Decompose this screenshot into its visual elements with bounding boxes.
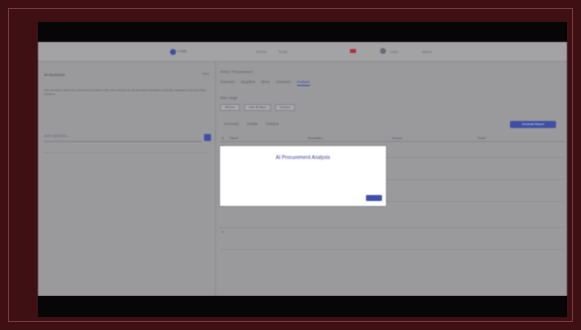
hide-panel-link[interactable]: Hide: [202, 72, 209, 76]
column-header[interactable]: Amount: [392, 134, 478, 141]
row-amount: [392, 158, 478, 179]
row-description: [308, 228, 392, 249]
row-amount: [392, 180, 478, 201]
nav-link-home[interactable]: Home: [256, 49, 267, 54]
user-avatar-icon[interactable]: [380, 48, 386, 54]
filter-chip-all[interactable]: All time: [220, 104, 240, 111]
subtab-summary[interactable]: Summary: [224, 122, 239, 126]
subtab-details[interactable]: Details: [247, 122, 258, 126]
generate-report-button[interactable]: Generate Report: [510, 121, 556, 128]
app-logo-text[interactable]: Logo: [178, 48, 187, 53]
row-amount: [392, 202, 478, 227]
table-header: # Name Description Amount Notes: [220, 134, 565, 142]
tab-overview[interactable]: Overview: [220, 80, 235, 86]
column-header[interactable]: Name: [230, 134, 308, 141]
panel-divider: [44, 152, 208, 153]
row-notes: [478, 228, 565, 249]
sub-tabs: Summary Details Timeline: [224, 122, 279, 126]
assistant-input[interactable]: Ask a question...: [44, 132, 202, 142]
tab-items[interactable]: Items: [261, 80, 270, 86]
language-flag-icon[interactable]: [350, 49, 356, 53]
menu-label[interactable]: Menu: [422, 49, 432, 54]
column-header[interactable]: #: [220, 134, 230, 141]
row-amount: [392, 228, 478, 249]
row-notes: [478, 180, 565, 201]
letterbox-top: [38, 22, 567, 42]
filter-row: All time Last 30 days Custom: [220, 104, 296, 111]
row-notes: [478, 158, 565, 179]
breadcrumb[interactable]: Home / Procurement: [220, 70, 252, 74]
row-notes: [478, 202, 565, 227]
column-header[interactable]: Description: [308, 134, 392, 141]
tab-contracts[interactable]: Contracts: [276, 80, 291, 86]
filter-chip-30d[interactable]: Last 30 days: [243, 104, 271, 111]
assistant-title: AI Assistant: [44, 72, 65, 77]
modal-ok-button[interactable]: [366, 195, 382, 201]
column-header[interactable]: Notes: [478, 134, 565, 141]
top-navbar: Logo Home Tools User Menu: [38, 42, 567, 62]
filter-label: Date range: [220, 96, 238, 100]
analysis-modal: AI Procurement Analysis: [220, 146, 386, 206]
filter-chip-custom[interactable]: Custom: [274, 104, 296, 111]
app-logo-icon[interactable]: [170, 49, 176, 55]
main-tabs: Overview Suppliers Items Contracts Analy…: [220, 80, 310, 86]
app-screen: Logo Home Tools User Menu AI Assistant H…: [38, 42, 567, 296]
row-name: [230, 228, 308, 249]
row-index: 5: [222, 230, 224, 234]
letterbox-bottom: [38, 296, 567, 317]
row-notes: [478, 142, 565, 157]
subtab-timeline[interactable]: Timeline: [266, 122, 279, 126]
table-row[interactable]: 5: [220, 228, 565, 250]
user-label[interactable]: User: [390, 49, 398, 54]
assistant-description: Ask questions about the procurement data…: [44, 88, 206, 96]
tab-suppliers[interactable]: Suppliers: [241, 80, 256, 86]
tab-analysis[interactable]: Analysis: [296, 80, 310, 86]
send-icon[interactable]: [204, 134, 211, 141]
modal-title: AI Procurement Analysis: [275, 155, 331, 161]
row-amount: [392, 142, 478, 157]
nav-link-tools[interactable]: Tools: [278, 49, 287, 54]
assistant-panel: AI Assistant Hide Ask questions about th…: [38, 62, 216, 296]
